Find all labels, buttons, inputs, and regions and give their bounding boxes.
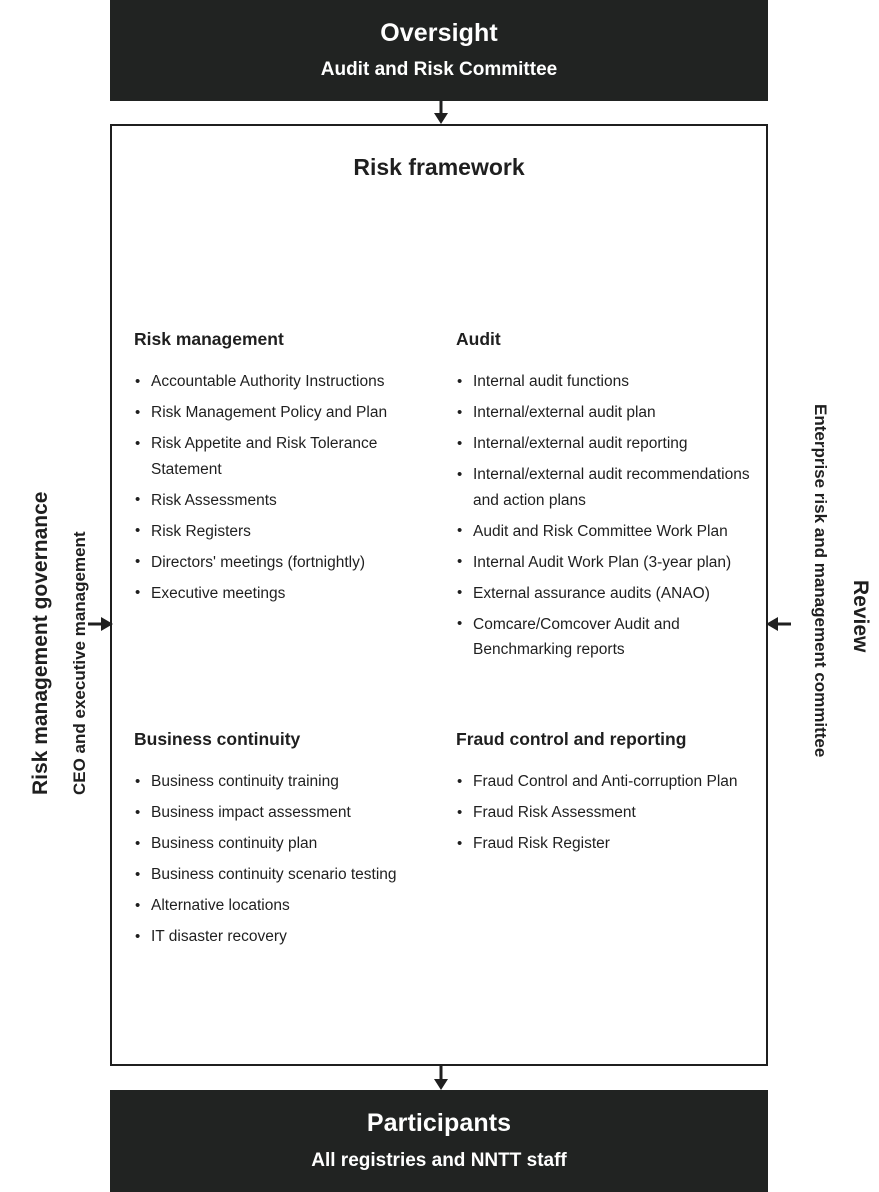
section-heading: Fraud control and reporting [456,729,687,749]
risk-management-list: Accountable Authority Instructions Risk … [134,369,434,606]
participants-banner: Participants All registries and NNTT sta… [110,1090,768,1192]
list-item: Internal audit functions [456,369,756,395]
diagram-canvas: Oversight Audit and Risk Committee Risk … [0,0,879,1192]
oversight-banner: Oversight Audit and Risk Committee [110,0,768,101]
oversight-subtitle: Audit and Risk Committee [320,59,558,81]
list-item: External assurance audits (ANAO) [456,580,756,607]
right-label-enterprise-risk-committee: Enterprise risk and management committee [811,404,830,758]
list-item: Business continuity scenario testing [134,862,434,888]
left-label-ceo-executive-management: CEO and executive management [70,531,89,795]
arrow-down-bottom [430,1066,452,1091]
right-label-review: Review [849,580,872,653]
list-item: IT disaster recovery [134,924,434,950]
list-item: Audit and Risk Committee Work Plan [456,518,756,545]
list-item: Risk Appetite and Risk Tolerance Stateme… [134,431,434,482]
list-item: Directors' meetings (fortnightly) [134,549,434,576]
list-item: Risk Registers [134,518,434,545]
arrow-right-left-side [88,613,114,635]
list-item: Comcare/Comcover Audit and Benchmarking … [456,611,756,663]
list-item: Fraud Risk Register [456,831,756,857]
section-heading: Risk management [134,329,284,349]
fraud-control-list: Fraud Control and Anti-corruption Plan F… [456,769,756,857]
section-heading: Audit [456,329,501,349]
list-item: Executive meetings [134,580,434,607]
list-item: Risk Management Policy and Plan [134,400,434,426]
section-audit: Audit Internal audit functions Internal/… [456,329,756,668]
arrow-down-top [430,101,452,125]
list-item: Internal Audit Work Plan (3-year plan) [456,549,756,576]
list-item: Internal/external audit recommendations … [456,462,756,513]
section-business-continuity: Business continuity Business continuity … [134,729,434,955]
list-item: Fraud Control and Anti-corruption Plan [456,769,756,795]
participants-title: Participants [366,1109,512,1138]
list-item: Fraud Risk Assessment [456,800,756,826]
section-fraud-control: Fraud control and reporting Fraud Contro… [456,729,756,862]
audit-list: Internal audit functions Internal/extern… [456,369,756,663]
list-item: Risk Assessments [134,487,434,514]
business-continuity-list: Business continuity training Business im… [134,769,434,950]
list-item: Business continuity training [134,769,434,795]
arrow-left-right-side [765,613,791,635]
participants-subtitle: All registries and NNTT staff [311,1149,567,1171]
list-item: Business impact assessment [134,800,434,826]
section-risk-management: Risk management Accountable Authority In… [134,329,434,612]
left-label-risk-management-governance: Risk management governance [29,491,52,795]
section-heading: Business continuity [134,729,301,749]
list-item: Alternative locations [134,893,434,919]
oversight-title: Oversight [380,18,498,47]
risk-framework-box: Risk framework Risk management Accountab… [110,124,768,1066]
list-item: Internal/external audit plan [456,400,756,426]
list-item: Accountable Authority Instructions [134,369,434,395]
risk-framework-title: Risk framework [353,154,525,180]
list-item: Internal/external audit reporting [456,431,756,457]
list-item: Business continuity plan [134,831,434,857]
